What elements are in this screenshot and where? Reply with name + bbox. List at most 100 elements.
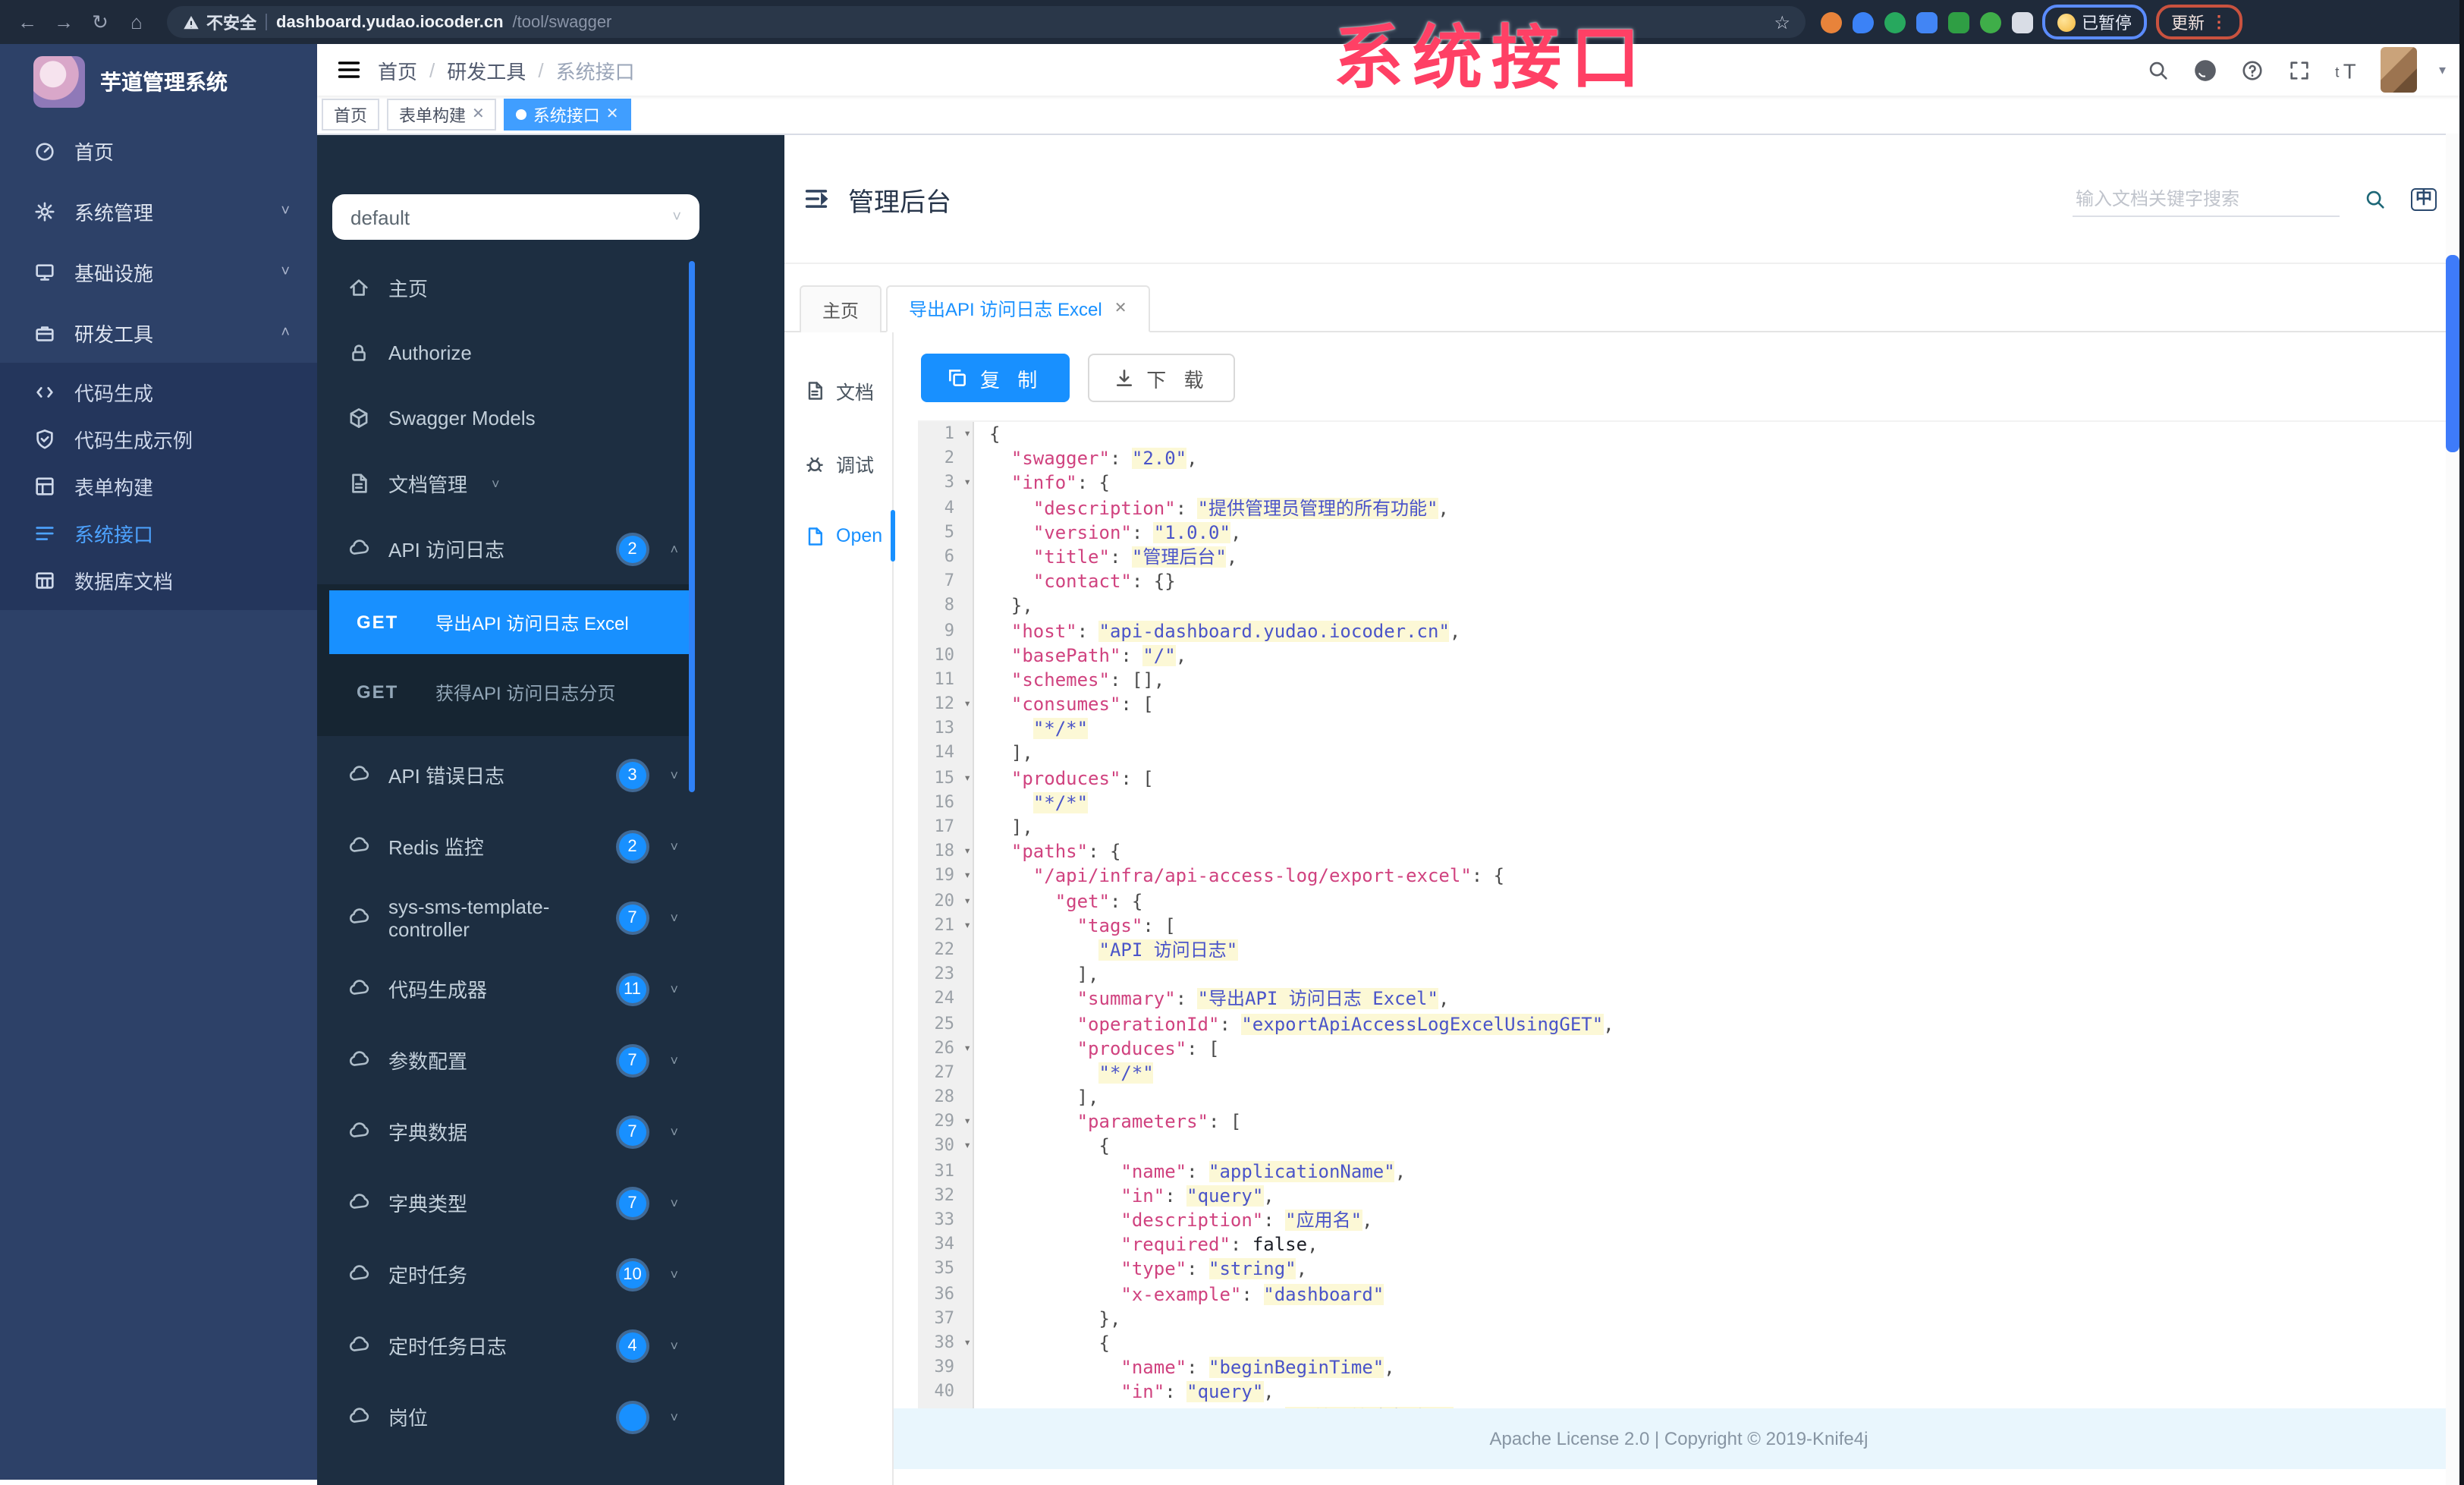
sidebar-item-2[interactable]: 基础设施 ˅ bbox=[0, 241, 317, 302]
code-line: "swagger": "2.0", bbox=[1010, 448, 1198, 470]
expand-icon[interactable] bbox=[2287, 57, 2313, 83]
breadcrumb-item[interactable]: 研发工具 bbox=[447, 55, 526, 84]
code-line: "required": false, bbox=[1120, 1234, 1318, 1256]
chevron-down-icon: ˅ bbox=[281, 203, 290, 219]
menu-fold-icon[interactable] bbox=[803, 185, 830, 212]
bookmark-star-icon[interactable]: ☆ bbox=[1774, 11, 1790, 33]
k4-group-9[interactable]: 岗位 ˅ bbox=[317, 1381, 699, 1452]
copy-button[interactable]: 复 制 bbox=[921, 354, 1070, 402]
breadcrumb-item[interactable]: 系统接口 bbox=[556, 55, 635, 84]
search-icon[interactable] bbox=[2146, 57, 2172, 83]
k4-operation-0[interactable]: GET 导出API 访问日志 Excel bbox=[329, 590, 693, 654]
fold-caret-icon[interactable]: ▾ bbox=[963, 1110, 971, 1134]
k4-item-3[interactable]: 文档管理 ˅ bbox=[317, 451, 699, 516]
k4-group-label: Redis 监控 bbox=[388, 836, 484, 859]
ext-blue-drop[interactable] bbox=[1853, 11, 1874, 33]
fold-caret-icon[interactable]: ▾ bbox=[963, 471, 971, 496]
rail-item-文档[interactable]: 文档 bbox=[784, 354, 892, 426]
browser-reload-icon[interactable]: ↻ bbox=[82, 10, 118, 34]
k4-group-8[interactable]: 定时任务日志 4 ˅ bbox=[317, 1310, 699, 1381]
k4-item-0[interactable]: 主页 bbox=[317, 255, 699, 320]
breadcrumb-item[interactable]: 首页 bbox=[378, 55, 417, 84]
avatar[interactable] bbox=[2381, 47, 2418, 93]
fold-caret-icon[interactable]: ▾ bbox=[963, 889, 971, 913]
rail-item-调试[interactable]: 调试 bbox=[784, 426, 892, 499]
fold-caret-icon[interactable]: ▾ bbox=[963, 1036, 971, 1060]
k4-group-6[interactable]: 字典类型 7 ˅ bbox=[317, 1167, 699, 1238]
chevron-up-icon: ˄ bbox=[281, 324, 290, 341]
sidebar-subitem-4[interactable]: 数据库文档 bbox=[0, 557, 317, 604]
sidebar-subitem-2[interactable]: 表单构建 bbox=[0, 463, 317, 510]
sidebar-subitem-3[interactable]: 系统接口 bbox=[0, 510, 317, 557]
security-warning[interactable]: 不安全 bbox=[182, 10, 256, 34]
caret-down-icon[interactable]: ▾ bbox=[2439, 61, 2446, 78]
k4-operation-1[interactable]: GET 获得API 访问日志分页 bbox=[329, 660, 693, 724]
sidebar-item-1[interactable]: 系统管理 ˅ bbox=[0, 181, 317, 241]
fontsize-icon[interactable]: tT bbox=[2334, 57, 2360, 83]
rail-item-Open[interactable]: Open bbox=[784, 499, 892, 572]
update-button[interactable]: 更新 ⋮ bbox=[2156, 5, 2242, 39]
doc-tab-1[interactable]: 导出API 访问日志 Excel ✕ bbox=[886, 285, 1150, 332]
k4-group-1[interactable]: Redis 监控 2 ˅ bbox=[317, 810, 699, 882]
sidebar-item-3[interactable]: 研发工具 ˄ bbox=[0, 302, 317, 363]
emoji-icon bbox=[2057, 13, 2076, 31]
tag-1[interactable]: 表单构建 ✕ bbox=[387, 99, 497, 131]
page-scroll-thumb[interactable] bbox=[2446, 255, 2459, 452]
browser-forward-icon[interactable]: → bbox=[46, 11, 82, 33]
fold-caret-icon[interactable]: ▾ bbox=[963, 864, 971, 889]
doc-search-icon[interactable] bbox=[2364, 187, 2387, 210]
close-icon[interactable]: ✕ bbox=[606, 106, 619, 123]
question-icon[interactable] bbox=[2240, 57, 2266, 83]
hamburger-icon[interactable] bbox=[335, 56, 363, 83]
address-bar[interactable]: 不安全 dashboard.yudao.iocoder.cn /tool/swa… bbox=[167, 6, 1806, 38]
fold-caret-icon[interactable]: ▾ bbox=[963, 692, 971, 716]
browser-home-icon[interactable]: ⌂ bbox=[118, 11, 155, 33]
http-method: GET bbox=[357, 681, 399, 703]
k4-group-7[interactable]: 定时任务 10 ˅ bbox=[317, 1238, 699, 1310]
k4-item-2[interactable]: Swagger Models bbox=[317, 385, 699, 451]
k4-item-4[interactable]: API 访问日志 2 ˄ bbox=[317, 516, 699, 581]
language-icon[interactable]: 中 bbox=[2411, 187, 2437, 210]
k4-group-0[interactable]: API 错误日志 3 ˅ bbox=[317, 739, 699, 810]
download-button[interactable]: 下 载 bbox=[1087, 354, 1236, 402]
line-number: 17 bbox=[934, 816, 955, 836]
fold-caret-icon[interactable]: ▾ bbox=[963, 1331, 971, 1355]
ext-orange[interactable] bbox=[1821, 11, 1842, 33]
k4-group-3[interactable]: 代码生成器 11 ˅ bbox=[317, 953, 699, 1024]
ext-green-circle[interactable] bbox=[1884, 11, 1906, 33]
k4-group-5[interactable]: 字典数据 7 ˅ bbox=[317, 1096, 699, 1167]
tag-2[interactable]: 系统接口 ✕ bbox=[504, 99, 631, 131]
k4-item-1[interactable]: Authorize bbox=[317, 320, 699, 385]
api-group-select[interactable]: default ˅ bbox=[332, 194, 699, 240]
code-line: "description": "提供管理员管理的所有功能", bbox=[1032, 497, 1449, 519]
fold-caret-icon[interactable]: ▾ bbox=[963, 766, 971, 790]
k4-group-2[interactable]: sys-sms-template-controller 7 ˅ bbox=[317, 882, 699, 953]
sidebar-item-0[interactable]: 首页 bbox=[0, 120, 317, 181]
code-editor[interactable]: 1 ▾ 2 3 ▾ 4 5 6 7 8 9 10 11 12 ▾ 13 14 15 ▾ 16 17 18 ▾ 19 ▾ 20 ▾ 21… bbox=[918, 420, 2464, 1408]
sidebar-subitem-0[interactable]: 代码生成 bbox=[0, 369, 317, 416]
tag-0[interactable]: 首页 bbox=[322, 99, 379, 131]
breadcrumb-separator: / bbox=[538, 58, 544, 81]
ext-leaf[interactable] bbox=[1980, 11, 2001, 33]
fold-caret-icon[interactable]: ▾ bbox=[963, 914, 971, 938]
ext-blue-grid[interactable] bbox=[1916, 11, 1938, 33]
fold-caret-icon[interactable]: ▾ bbox=[963, 1134, 971, 1159]
doc-search-input[interactable] bbox=[2073, 181, 2340, 216]
line-number: 31 bbox=[934, 1160, 955, 1181]
app-logo[interactable]: 芋道管理系统 bbox=[0, 44, 317, 120]
ext-puzzle[interactable] bbox=[2012, 11, 2033, 33]
fold-caret-icon[interactable]: ▾ bbox=[963, 839, 971, 864]
fold-caret-icon[interactable]: ▾ bbox=[963, 422, 971, 446]
close-icon[interactable]: ✕ bbox=[1114, 300, 1127, 317]
paused-badge[interactable]: 已暂停 bbox=[2042, 5, 2147, 39]
browser-menu-icon[interactable]: ⋮ bbox=[2211, 12, 2227, 32]
doc-tab-0[interactable]: 主页 bbox=[800, 285, 882, 332]
menu-scrollbar[interactable] bbox=[689, 261, 695, 792]
browser-back-icon[interactable]: ← bbox=[9, 11, 46, 33]
github-icon[interactable] bbox=[2193, 57, 2219, 83]
close-icon[interactable]: ✕ bbox=[472, 106, 485, 123]
k4-group-4[interactable]: 参数配置 7 ˅ bbox=[317, 1024, 699, 1096]
sidebar-subitem-1[interactable]: 代码生成示例 bbox=[0, 416, 317, 463]
code-line: { bbox=[989, 1135, 1110, 1157]
ext-gh-green[interactable] bbox=[1948, 11, 1969, 33]
